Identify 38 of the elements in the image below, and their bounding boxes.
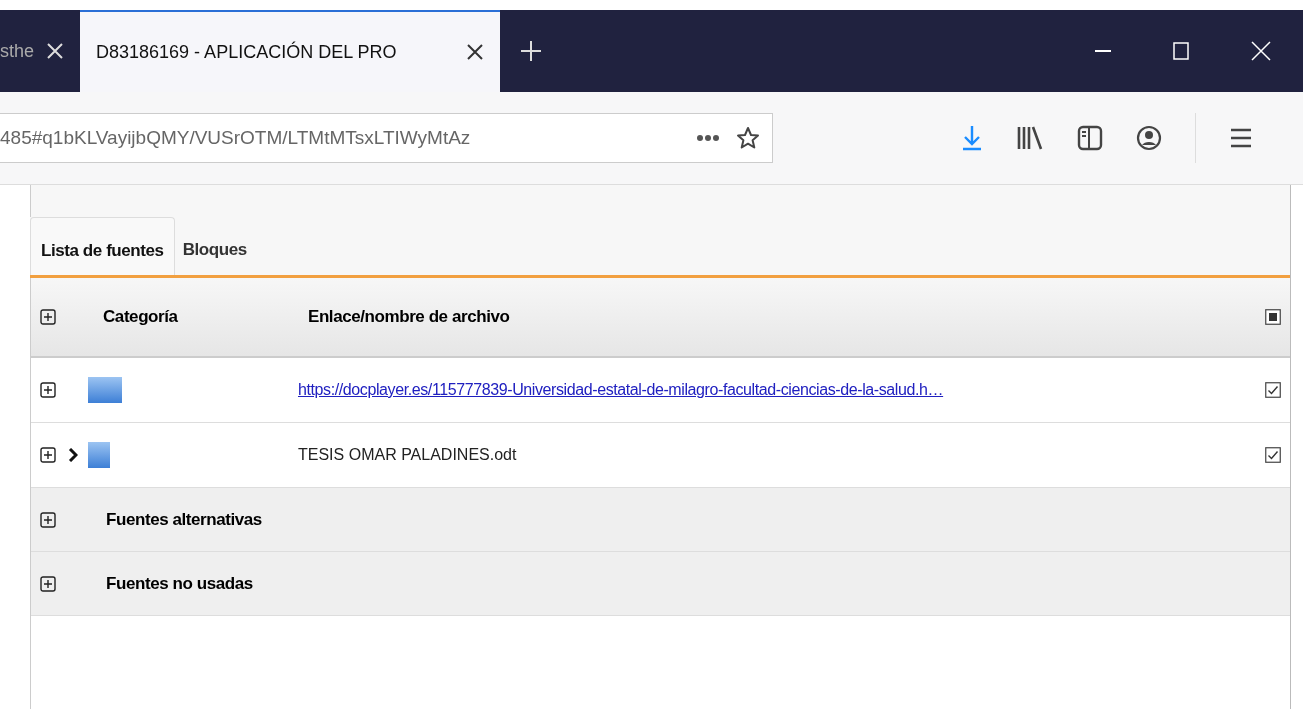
document-icon [88, 377, 122, 403]
minimize-icon[interactable] [1095, 49, 1111, 53]
new-tab-icon[interactable] [520, 40, 543, 62]
group-title: Fuentes no usadas [106, 572, 253, 595]
download-icon[interactable] [961, 125, 983, 151]
address-bar[interactable]: 485#q1bKLVayijbQMY/VUSrOTM/LTMtMTsxLTIWyMtAz [0, 113, 773, 163]
group-row[interactable]: Fuentes no usadas [31, 552, 1290, 616]
url-text: 485#q1bKLVayijbQMY/VUSrOTM/LTMtMTsxLTIWyMtAz [0, 125, 472, 150]
expand-icon[interactable] [40, 382, 56, 398]
menu-icon[interactable] [1229, 127, 1253, 149]
expand-icon[interactable] [40, 309, 56, 325]
group-row[interactable]: Fuentes alternativas [31, 488, 1290, 552]
column-header: Enlace/nombre de archivo [308, 306, 511, 329]
expand-icon[interactable] [40, 511, 56, 528]
browser-tab[interactable]: sthe [0, 10, 81, 92]
document-icon [88, 442, 110, 468]
page-tab[interactable]: Lista de fuentes [30, 217, 175, 275]
checkbox[interactable] [1265, 309, 1281, 325]
page-tab[interactable]: Bloques [174, 217, 255, 275]
expand-icon[interactable] [40, 447, 56, 463]
library-icon[interactable] [1016, 125, 1044, 151]
checkbox[interactable] [1265, 447, 1281, 463]
account-icon[interactable] [1136, 125, 1162, 151]
source-link[interactable]: https://docplayer.es/115777839-Universidad-estatal-de-milagro-facultad-ciencias-de-la-salud.h… [298, 378, 1265, 402]
expand-icon[interactable] [40, 575, 56, 592]
browser-tab[interactable]: D83186169 - APLICACIÓN DEL PRO [80, 10, 501, 92]
tab-title: D83186169 - APLICACIÓN DEL PRO [96, 40, 398, 64]
tab-title: sthe [0, 39, 35, 63]
column-header: Categoría [103, 306, 179, 329]
chevron-icon[interactable] [68, 448, 78, 462]
file-name: TESIS OMAR PALADINES.odt [298, 445, 518, 465]
more-icon[interactable] [696, 134, 720, 142]
sidebar-icon[interactable] [1077, 125, 1103, 151]
maximize-icon[interactable] [1173, 42, 1189, 60]
close-icon[interactable] [466, 43, 485, 61]
checkbox[interactable] [1265, 382, 1281, 398]
group-title: Fuentes alternativas [106, 508, 262, 531]
star-icon[interactable] [736, 126, 760, 150]
